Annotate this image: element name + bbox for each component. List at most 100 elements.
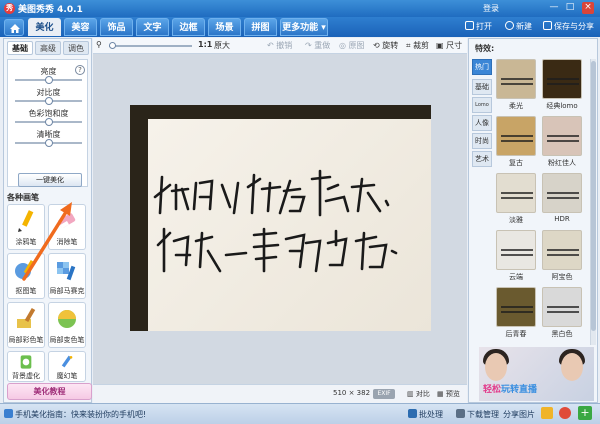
preview-button[interactable]: ▦ 预览 [437, 389, 460, 399]
effect-thumbnail[interactable] [496, 116, 536, 156]
effect-item[interactable]: 柔光 [496, 59, 536, 111]
resize-button[interactable]: ▣ 尺寸 [436, 40, 462, 51]
exif-badge[interactable]: EXIF [373, 389, 395, 399]
star-icon[interactable] [541, 407, 555, 420]
save-share-button[interactable]: 保存与分享 [543, 21, 594, 32]
effect-label: 云端 [509, 273, 523, 281]
tab-scene[interactable]: 场景 [208, 18, 241, 36]
tab-beauty[interactable]: 美容 [64, 18, 97, 36]
undo-button[interactable]: ↶ 撤销 [267, 40, 292, 51]
restore-button[interactable]: ◎ 原图 [339, 40, 365, 51]
add-icon[interactable]: + [578, 406, 594, 420]
contrast-slider[interactable] [15, 97, 82, 105]
mosaic-tool[interactable]: 局部马赛克 [48, 253, 86, 299]
tab-collage[interactable]: 拼图 [244, 18, 277, 36]
effect-thumbnail[interactable] [496, 287, 536, 327]
minimize-icon[interactable]: — [548, 2, 560, 14]
effect-thumbnail[interactable] [496, 59, 536, 99]
more-features-dropdown[interactable]: 更多功能 ▾ [280, 18, 328, 36]
effect-thumbnail[interactable] [542, 59, 582, 99]
tab-color[interactable]: 调色 [63, 41, 89, 55]
photo[interactable] [130, 105, 431, 331]
slider-knob[interactable] [45, 139, 53, 147]
background-blur-tool[interactable]: 背景虚化 [7, 351, 45, 382]
login-link[interactable]: 登录 [483, 3, 499, 14]
tab-accessories[interactable]: 饰品 [100, 18, 133, 36]
effect-thumbnail[interactable] [542, 287, 582, 327]
cutout-pen-tool[interactable]: 抠图笔 [7, 253, 45, 299]
effect-item[interactable]: 云端 [496, 230, 536, 282]
vtab-hot[interactable]: 热门 [472, 59, 492, 75]
saturation-slider[interactable] [15, 118, 82, 126]
crop-button[interactable]: ⌗ 裁剪 [406, 40, 429, 51]
slider-knob[interactable] [45, 76, 53, 84]
portrait-face [485, 353, 507, 381]
new-button[interactable]: 新建 [505, 21, 532, 32]
batch-button[interactable]: 批处理 [408, 409, 443, 420]
effect-label: 阿宝色 [551, 273, 573, 281]
tab-beautify[interactable]: 美化 [28, 18, 61, 36]
vtab-portrait[interactable]: 人像 [472, 115, 492, 131]
zoom-ratio[interactable]: 1:1 [198, 40, 212, 49]
effect-item[interactable]: 复古 [496, 116, 536, 168]
effect-item[interactable]: 经典lomo [542, 59, 582, 111]
color-change-tool[interactable]: 局部变色笔 [48, 302, 86, 348]
slider-knob[interactable] [45, 97, 53, 105]
vtab-fashion[interactable]: 时尚 [472, 133, 492, 149]
promo-banner[interactable]: 轻松玩转直播 [479, 347, 594, 401]
original-size-button[interactable]: 原大 [214, 40, 230, 51]
effect-item[interactable]: 阿宝色 [542, 230, 582, 282]
weibo-icon[interactable] [559, 407, 573, 420]
open-label: 打开 [476, 22, 492, 31]
effect-item[interactable]: 粉红佳人 [542, 116, 582, 168]
vtab-basic[interactable]: 基础 [472, 79, 492, 95]
phone-guide-link[interactable]: 手机美化指南：快来装扮你的手机吧! [4, 409, 146, 420]
tab-basic[interactable]: 基础 [7, 41, 33, 55]
effect-item[interactable]: 后青春 [496, 287, 536, 339]
redo-button[interactable]: ↷ 重做 [305, 40, 330, 51]
tool-label: 局部马赛克 [49, 287, 85, 295]
effect-thumbnail[interactable] [496, 230, 536, 270]
open-button[interactable]: 打开 [465, 21, 492, 32]
effect-item[interactable]: 淡雅 [496, 173, 536, 225]
magic-pen-icon [61, 355, 73, 368]
one-key-beautify-button[interactable]: 一键美化 [18, 173, 82, 187]
close-icon[interactable]: × [582, 2, 594, 14]
eraser-pen-tool[interactable]: 消除笔 [48, 204, 86, 250]
vtab-art[interactable]: 艺术 [472, 151, 492, 167]
effect-label: 复古 [509, 159, 523, 167]
magic-pen-tool[interactable]: 魔幻笔 [48, 351, 86, 382]
effect-thumbnail[interactable] [496, 173, 536, 213]
brightness-slider[interactable] [15, 76, 82, 84]
share-image-button[interactable]: 分享图片 [503, 409, 535, 420]
home-button[interactable] [4, 19, 24, 36]
compare-button[interactable]: ▥ 对比 [407, 389, 430, 399]
cutout-pen-icon [15, 259, 35, 279]
tab-advanced[interactable]: 高级 [35, 41, 61, 55]
tab-frame[interactable]: 边框 [172, 18, 205, 36]
effect-thumbnail[interactable] [542, 230, 582, 270]
tutorial-button[interactable]: 美化教程 [7, 383, 92, 400]
doodle-pen-tool[interactable]: 涂鸦笔 [7, 204, 45, 250]
effect-thumbnail[interactable] [542, 116, 582, 156]
color-brush-tool[interactable]: 局部彩色笔 [7, 302, 45, 348]
app-title: 美图秀秀 4.0.1 [18, 5, 83, 15]
tab-text[interactable]: 文字 [136, 18, 169, 36]
effect-thumbnail[interactable] [542, 173, 582, 213]
rotate-button[interactable]: ⟲ 旋转 [373, 40, 398, 51]
zoom-knob[interactable] [109, 42, 116, 49]
effect-item[interactable]: 黑白色 [542, 287, 582, 339]
slider-knob[interactable] [45, 118, 53, 126]
effect-item[interactable]: HDR [542, 173, 582, 225]
vtab-lomo[interactable]: Lomo [472, 97, 492, 113]
zoom-icon[interactable]: ⚲ [96, 40, 102, 49]
zoom-slider[interactable] [109, 42, 192, 49]
image-canvas[interactable] [93, 54, 467, 384]
maximize-icon[interactable]: □ [564, 2, 576, 14]
effects-scrollbar[interactable] [590, 59, 596, 345]
sharpness-slider[interactable] [15, 139, 82, 147]
download-manager-button[interactable]: 下载管理 [456, 409, 499, 420]
thumbnail-handwriting [547, 249, 579, 251]
scrollbar-thumb[interactable] [591, 61, 596, 331]
effect-label: 黑白色 [551, 330, 573, 338]
